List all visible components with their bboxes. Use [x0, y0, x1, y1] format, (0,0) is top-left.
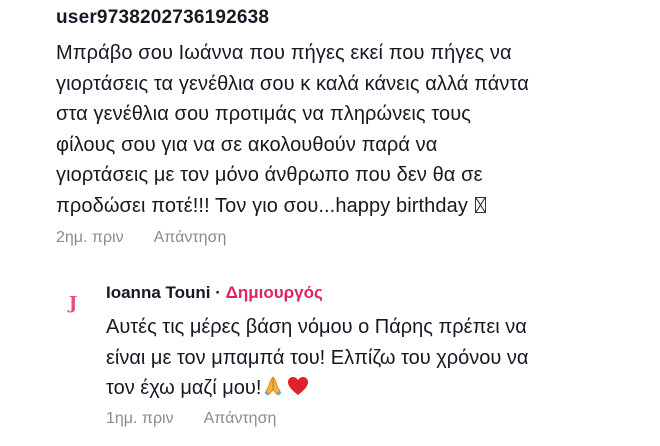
reply-body: Ioanna Touni · Δημιουργός Αυτές τις μέρε…	[106, 282, 646, 430]
comment-timestamp: 2ημ. πριν	[56, 229, 124, 246]
avatar[interactable]: J	[56, 286, 90, 320]
reply-line-last: τον έχω μαζί μου!	[106, 373, 646, 404]
reply-line: είναι με τον μπαμπά του! Ελπίζω του χρόν…	[106, 346, 529, 369]
creator-badge: Δημιουργός	[225, 283, 323, 302]
reply-author[interactable]: Ioanna Touni	[106, 283, 211, 302]
reply-button[interactable]: Απάντηση	[154, 227, 227, 249]
comment-line: γιορτάσεις με τον μόνο άνθρωπο που δεν θ…	[56, 164, 483, 186]
missing-glyph-icon	[474, 196, 486, 213]
reply-text: Αυτές τις μέρες βάση νόμου ο Πάρης πρέπε…	[106, 312, 646, 404]
comment-line-text: προδώσει ποτέ!!! Τον γιο σου...happy bir…	[56, 194, 468, 217]
reply-timestamp: 1ημ. πριν	[106, 409, 174, 427]
comment: user9738202736192638 Μπράβο σου Ιωάννα π…	[56, 6, 646, 249]
comment-line: Μπράβο σου Ιωάννα που πήγες εκεί που πήγ…	[56, 42, 512, 64]
comment-line: γιορτάσεις τα γενέθλια σου κ καλά κάνεις…	[56, 72, 529, 95]
comment-line: φίλους σου για να σε ακολουθούν παρά να	[56, 133, 438, 156]
comment-text: Μπράβο σου Ιωάννα που πήγες εκεί που πήγ…	[56, 38, 646, 221]
separator-dot: ·	[215, 283, 221, 302]
reply-line-text: τον έχω μαζί μου!	[106, 377, 262, 399]
comment-username[interactable]: user9738202736192638	[56, 6, 646, 30]
reply-header: Ioanna Touni · Δημιουργός	[106, 282, 646, 304]
reply-reply-button[interactable]: Απάντηση	[204, 408, 277, 430]
reply-meta: 1ημ. πριν Απάντηση	[106, 408, 646, 430]
comment-line: στα γενέθλια σου προτιμάς να πληρώνεις τ…	[56, 103, 472, 125]
folded-hands-icon	[264, 376, 282, 396]
red-heart-icon	[288, 377, 309, 395]
reply-line: Αυτές τις μέρες βάση νόμου ο Πάρης πρέπε…	[106, 316, 527, 338]
comment-meta: 2ημ. πριν Απάντηση	[56, 227, 646, 249]
comment-line-last: προδώσει ποτέ!!! Τον γιο σου...happy bir…	[56, 191, 646, 222]
